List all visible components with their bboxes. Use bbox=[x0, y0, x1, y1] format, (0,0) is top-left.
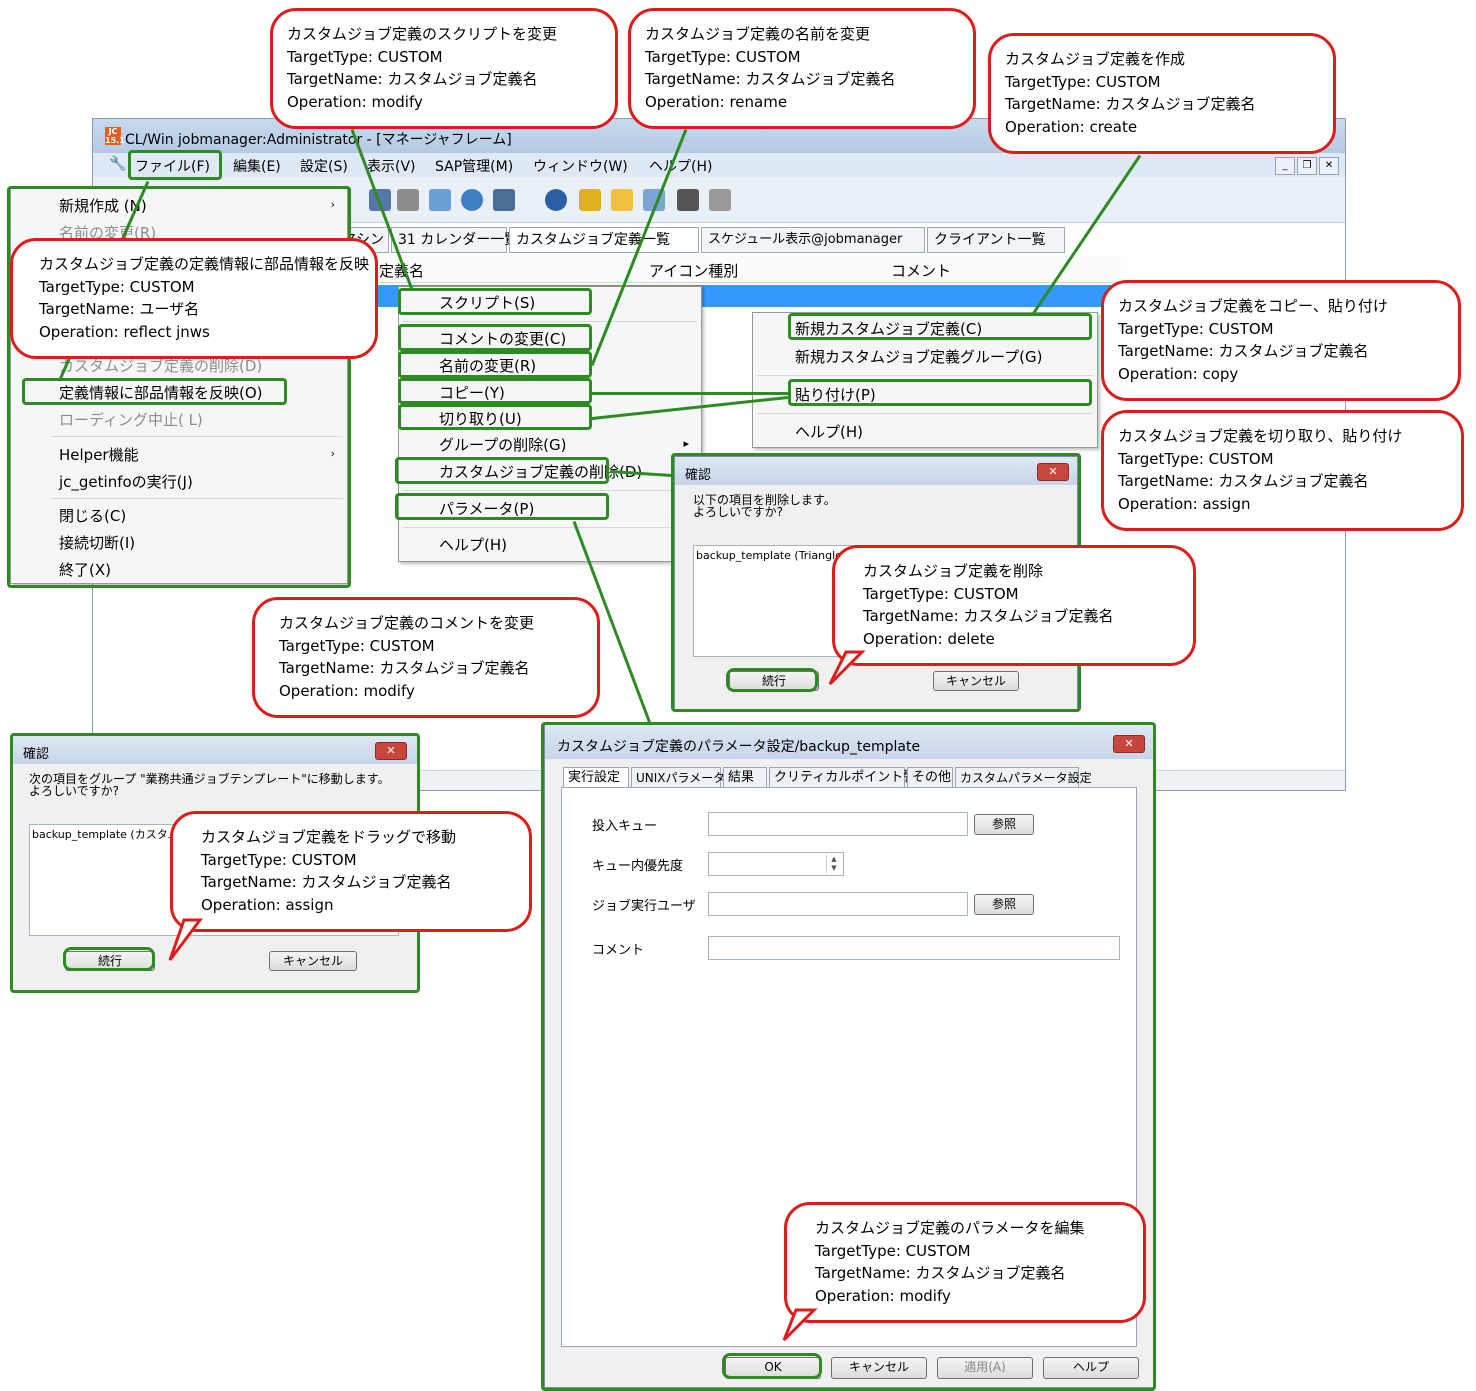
separator bbox=[403, 527, 697, 528]
menu-view[interactable]: 表示(V) bbox=[367, 156, 416, 176]
highlight-ok bbox=[722, 1353, 822, 1379]
refresh-icon[interactable] bbox=[461, 189, 483, 211]
wrench-icon: 🔧 bbox=[109, 156, 127, 172]
highlight-new-definition bbox=[788, 313, 1092, 340]
tab-custom-job[interactable]: カスタムジョブ定義一覧 bbox=[509, 227, 699, 253]
blank-item-new-group[interactable]: 新規カスタムジョブ定義グループ(G) bbox=[753, 346, 1097, 370]
callout-cut: カスタムジョブ定義を切り取り、貼り付け TargetType: CUSTOM Tar… bbox=[1101, 410, 1464, 531]
highlight-reflect bbox=[22, 378, 287, 405]
separator bbox=[403, 321, 697, 322]
highlight-file-menu bbox=[128, 150, 222, 180]
tab-calendar[interactable]: 31 カレンダー一覧 bbox=[391, 227, 518, 253]
callout-script: カスタムジョブ定義のスクリプトを変更 TargetType: CUSTOM Targ… bbox=[270, 8, 618, 129]
callout-rename: カスタムジョブ定義の名前を変更 TargetType: CUSTOM TargetN… bbox=[628, 8, 976, 129]
callout-copy: カスタムジョブ定義をコピー、貼り付け TargetType: CUSTOM Targ… bbox=[1101, 280, 1461, 401]
column-icon-type[interactable]: アイコン種別 bbox=[649, 260, 738, 281]
highlight-paste bbox=[788, 379, 1092, 406]
column-comment[interactable]: コメント bbox=[891, 260, 951, 281]
menu-sap[interactable]: SAP管理(M) bbox=[435, 156, 513, 176]
callout-param: カスタムジョブ定義のパラメータを編集 TargetType: CUSTOM Targ… bbox=[784, 1202, 1146, 1323]
connector-line bbox=[592, 392, 788, 395]
close-button[interactable]: ✕ bbox=[1319, 157, 1339, 175]
menu-edit[interactable]: 編集(E) bbox=[233, 156, 281, 176]
tool-icon[interactable] bbox=[397, 189, 419, 211]
help-icon[interactable] bbox=[545, 189, 567, 211]
grid-icon[interactable] bbox=[429, 189, 451, 211]
window-title: CL/Win jobmanager:Administrator - [マネージャ… bbox=[125, 132, 512, 148]
minimize-button[interactable]: _ bbox=[1275, 157, 1295, 175]
binoculars-icon[interactable] bbox=[493, 189, 515, 211]
callout-delete: カスタムジョブ定義を削除 TargetType: CUSTOM TargetName… bbox=[832, 545, 1196, 666]
highlight-delete bbox=[395, 457, 609, 484]
highlight-move-continue bbox=[63, 947, 155, 971]
ctx-item-help[interactable]: ヘルプ(H) bbox=[399, 534, 701, 556]
separator bbox=[403, 490, 697, 491]
menu-bar: 🔧 ファイル(F) 編集(E) 設定(S) 表示(V) SAP管理(M) ウィン… bbox=[93, 153, 1345, 177]
highlight-script bbox=[398, 288, 592, 315]
callout-create: カスタムジョブ定義を作成 TargetType: CUSTOM TargetName… bbox=[988, 33, 1336, 154]
menu-settings[interactable]: 設定(S) bbox=[300, 156, 348, 176]
highlight-cut bbox=[398, 404, 592, 430]
list-header: 定義名 アイコン種別 コメント bbox=[371, 255, 1127, 283]
blank-item-help[interactable]: ヘルプ(H) bbox=[753, 421, 1097, 445]
highlight-comment bbox=[398, 324, 592, 351]
window-buttons: _ ❐ ✕ bbox=[1273, 157, 1339, 175]
callout-tail bbox=[782, 1308, 818, 1342]
highlight-parameter bbox=[395, 493, 609, 520]
highlight-copy bbox=[398, 378, 592, 404]
restore-button[interactable]: ❐ bbox=[1297, 157, 1317, 175]
disabled-icon bbox=[709, 189, 731, 211]
menu-window[interactable]: ウィンドウ(W) bbox=[533, 156, 628, 176]
star-icon[interactable] bbox=[611, 189, 633, 211]
callout-comment: カスタムジョブ定義のコメントを変更 TargetType: CUSTOM Targe… bbox=[252, 597, 600, 718]
callout-reflect: カスタムジョブ定義の定義情報に部品情報を反映 TargetType: CUSTOM… bbox=[10, 238, 378, 359]
tab-schedule[interactable]: スケジュール表示@jobmanager bbox=[701, 227, 925, 253]
job-icon[interactable] bbox=[677, 189, 699, 211]
highlight-delete-continue bbox=[726, 668, 818, 692]
export-icon[interactable] bbox=[579, 189, 601, 211]
callout-tail bbox=[168, 918, 203, 961]
separator bbox=[757, 375, 1093, 376]
separator bbox=[757, 413, 1093, 414]
tab-client[interactable]: クライアント一覧 bbox=[927, 227, 1065, 253]
callout-drag: カスタムジョブ定義をドラッグで移動 TargetType: CUSTOM Targe… bbox=[170, 811, 532, 932]
app-icon: JC 15.1 bbox=[105, 127, 125, 145]
menu-help[interactable]: ヘルプ(H) bbox=[649, 156, 712, 176]
callout-tail bbox=[828, 650, 866, 686]
ctx-item-delete-group[interactable]: グループの削除(G) ▸ bbox=[399, 434, 701, 456]
highlight-rename bbox=[398, 351, 592, 378]
